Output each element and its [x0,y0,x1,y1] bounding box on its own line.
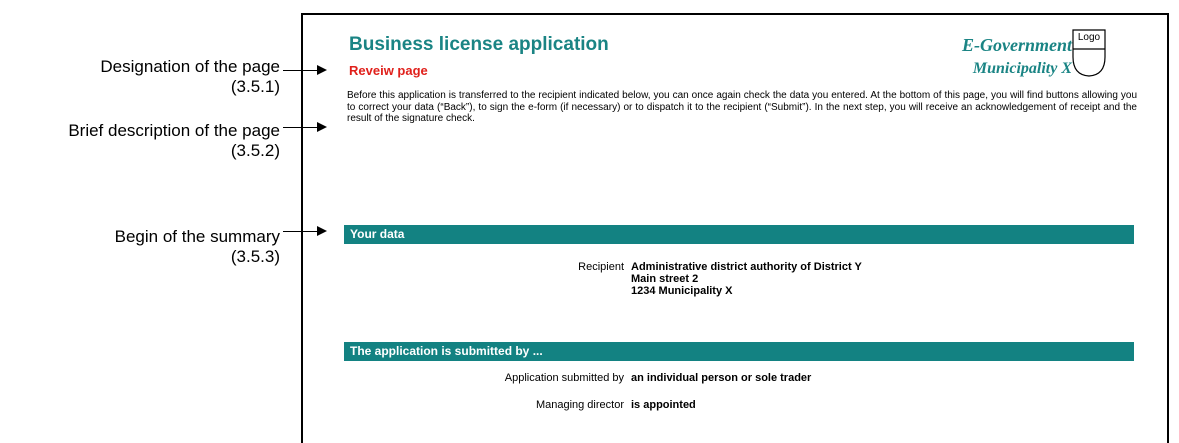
annotation-label: Brief description of the page [68,121,280,140]
annotation-label: Begin of the summary [114,227,280,246]
review-page: Business license application Reveiw page… [301,13,1169,443]
recipient-value: Administrative district authority of Dis… [631,261,862,297]
section-header-your-data: Your data [344,225,1134,244]
logo-label: Logo [1077,32,1101,43]
submitted-by-label: Application submitted by [504,372,624,384]
recipient-line: Main street 2 [631,273,699,285]
annotation-ref: (3.5.3) [230,247,280,266]
annotation-label: Designation of the page [100,57,280,76]
logo-shield-icon: Logo [1072,29,1106,77]
recipient-line: Administrative district authority of Dis… [631,261,862,273]
recipient-label: Recipient [578,261,624,273]
section-header-submitted-by: The application is submitted by ... [344,342,1134,361]
annotation-ref: (3.5.1) [230,77,280,96]
annotation-ref: (3.5.2) [230,141,280,160]
annotation-summary: Begin of the summary (3.5.3) [0,227,280,267]
managing-director-value: is appointed [631,399,696,411]
recipient-line: 1234 Municipality X [631,285,733,297]
egov-label: E-Government [962,35,1072,55]
annotation-designation: Designation of the page (3.5.1) [0,57,280,97]
annotation-description: Brief description of the page (3.5.2) [0,121,280,161]
page-subtitle: Reveiw page [349,63,428,78]
page-description: Before this application is transferred t… [347,90,1137,124]
municipality-label: Municipality X [972,60,1072,77]
managing-director-label: Managing director [535,399,624,411]
page-title: Business license application [349,34,609,55]
submitted-by-value: an individual person or sole trader [631,372,812,384]
